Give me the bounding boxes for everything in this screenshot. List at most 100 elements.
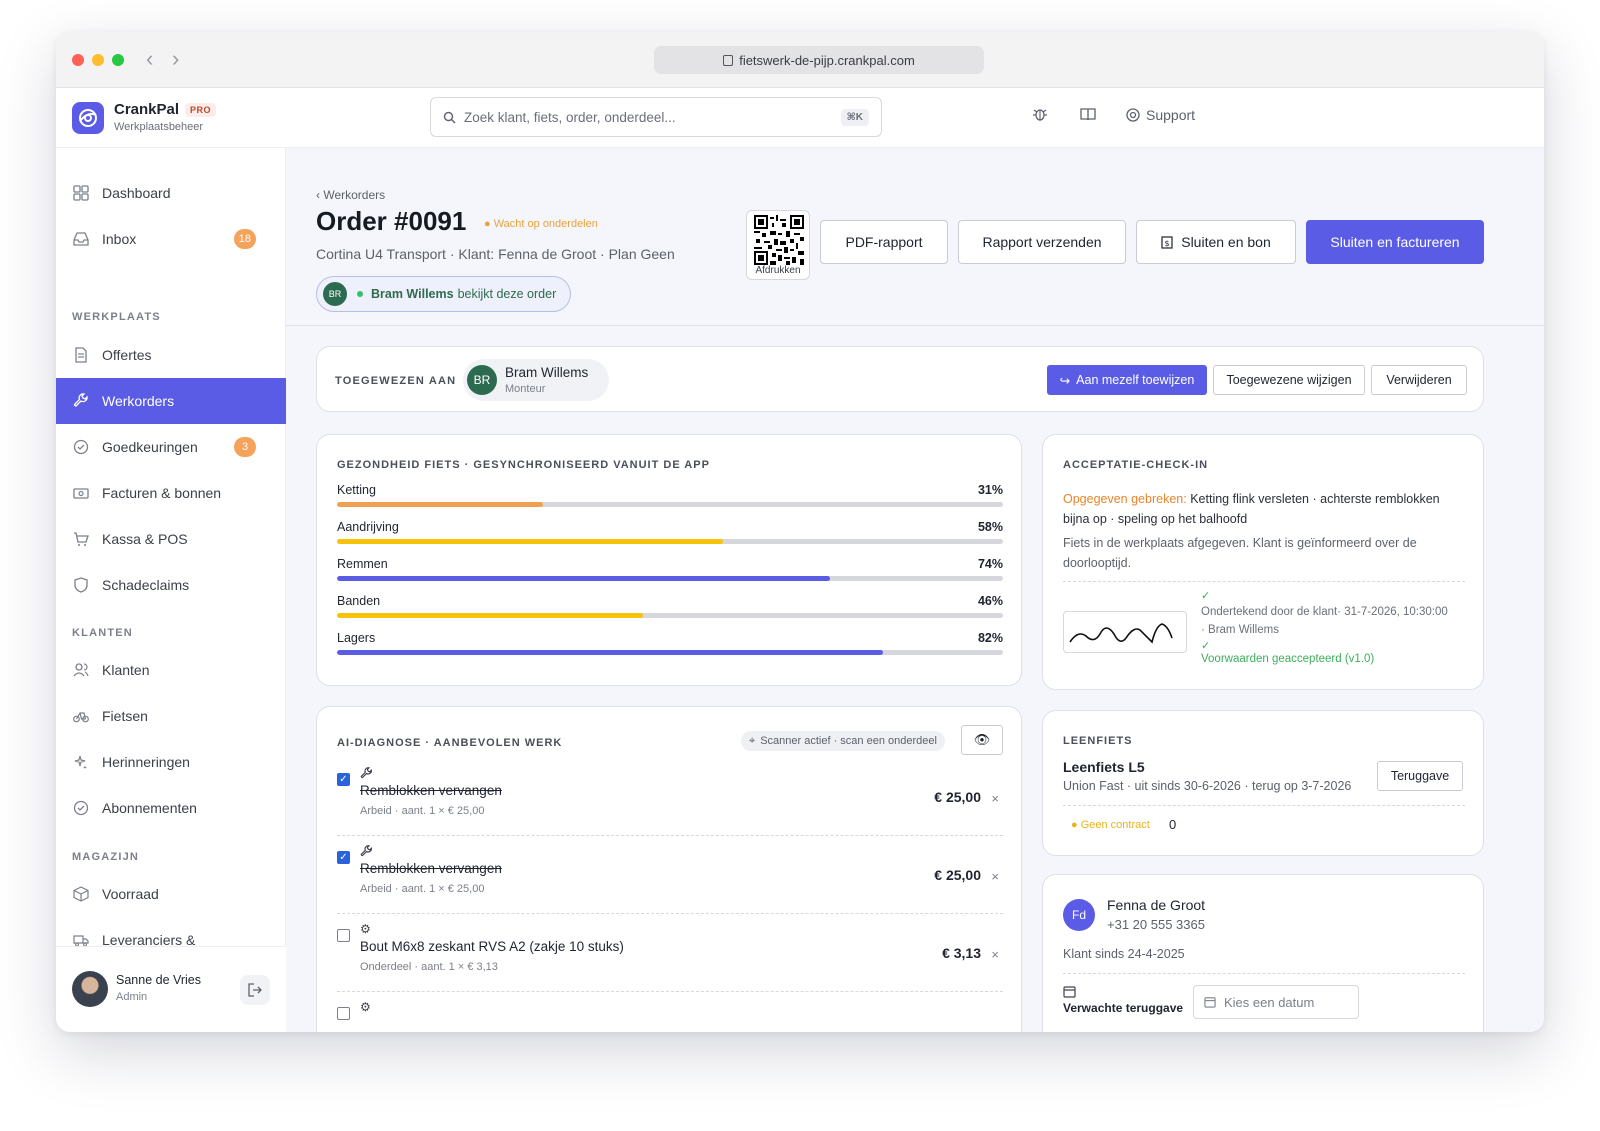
close-invoice-button[interactable]: Sluiten en factureren xyxy=(1306,220,1484,264)
ai-item: ⚙ Bout M6x8 zeskant RVS A2 (zakje 10 stu… xyxy=(337,921,1003,991)
scanner-text: Scanner actief · scan een onderdeel xyxy=(760,735,937,747)
sidebar-item-offertes[interactable]: Offertes xyxy=(56,332,286,378)
assignee-chip[interactable]: BR Bram Willems Monteur xyxy=(463,359,609,401)
eye-icon[interactable]: 👁 xyxy=(961,725,1003,755)
sidebar-item-fietsen[interactable]: Fietsen xyxy=(56,693,286,739)
health-bar-track xyxy=(337,539,1003,544)
section-klanten: KLANTEN xyxy=(72,627,133,639)
sidebar-item-goedkeuringen[interactable]: Goedkeuringen 3 xyxy=(56,424,286,470)
crankpal-logo[interactable] xyxy=(72,102,104,134)
assign-arrow-icon: ↪ xyxy=(1059,373,1071,388)
close-receipt-button[interactable]: $ Sluiten en bon xyxy=(1136,220,1296,264)
signed-by: · Bram Willems xyxy=(1201,624,1279,636)
sidebar-item-kassa[interactable]: Kassa & POS xyxy=(56,516,286,562)
assign-self-button[interactable]: ↪ Aan mezelf toewijzen xyxy=(1047,365,1207,395)
health-component-name: Aandrijving xyxy=(337,520,399,534)
sidebar-item-inbox[interactable]: Inbox 18 xyxy=(56,216,286,262)
logout-icon[interactable] xyxy=(240,975,270,1005)
loaner-title: LEENFIETS xyxy=(1063,735,1133,747)
users-icon xyxy=(72,661,90,679)
item-meta: Arbeid · aant. 1 × € 25,00 xyxy=(360,883,485,895)
scanner-status: ⌖ Scanner actief · scan een onderdeel xyxy=(741,731,945,751)
customer-name[interactable]: Fenna de Groot xyxy=(1107,897,1205,913)
support-link[interactable]: Support xyxy=(1126,107,1195,123)
presence-indicator: BR Bram Willems bekijkt deze order xyxy=(316,276,572,312)
book-icon[interactable] xyxy=(1080,106,1096,127)
sidebar-item-klanten[interactable]: Klanten xyxy=(56,647,286,693)
item-title: Remblokken vervangen xyxy=(360,861,502,876)
pdf-report-button[interactable]: PDF-rapport xyxy=(820,220,948,264)
document-icon xyxy=(72,346,90,364)
loaner-name: Leenfiets L5 xyxy=(1063,759,1145,775)
minimize-window-button[interactable] xyxy=(92,54,104,66)
contract-text: Geen contract xyxy=(1080,819,1150,831)
close-window-button[interactable] xyxy=(72,54,84,66)
remove-item-icon[interactable]: × xyxy=(991,869,999,884)
breadcrumb[interactable]: ‹ Werkorders xyxy=(316,188,385,202)
bug-icon[interactable] xyxy=(1032,106,1048,127)
ai-diagnosis-card: AI-DIAGNOSE · AANBEVOLEN WERK ⌖ Scanner … xyxy=(316,706,1022,1032)
back-arrow-icon[interactable]: ‹ xyxy=(146,46,153,72)
sidebar-item-facturen[interactable]: Facturen & bonnen xyxy=(56,470,286,516)
banknote-icon xyxy=(72,484,90,502)
customer-phone[interactable]: +31 20 555 3365 xyxy=(1107,917,1205,932)
date-picker-input[interactable]: Kies een datum xyxy=(1193,985,1359,1019)
user-avatar[interactable] xyxy=(72,971,108,1007)
terms-accepted: Voorwaarden geaccepteerd (v1.0) xyxy=(1201,653,1375,665)
divider xyxy=(337,835,1003,836)
forward-arrow-icon[interactable]: › xyxy=(172,46,179,72)
sidebar-item-label: Goedkeuringen xyxy=(102,439,198,455)
health-row: Remmen 74% xyxy=(337,557,1003,593)
sparkle-icon xyxy=(72,753,90,771)
health-row: Aandrijving 58% xyxy=(337,520,1003,556)
item-meta: Onderdeel · aant. 1 × € 3,13 xyxy=(360,961,498,973)
sidebar-item-abonnementen[interactable]: Abonnementen xyxy=(56,785,286,831)
return-loaner-button[interactable]: Teruggave xyxy=(1377,761,1463,791)
section-magazijn: MAGAZIJN xyxy=(72,851,140,863)
search-input[interactable]: Zoek klant, fiets, order, onderdeel... xyxy=(464,110,841,125)
divider xyxy=(1063,973,1465,974)
item-checkbox[interactable]: ✓ xyxy=(337,773,350,786)
item-meta: Arbeid · aant. 1 × € 25,00 xyxy=(360,805,485,817)
address-bar[interactable]: fietswerk-de-pijp.crankpal.com xyxy=(654,46,984,74)
sidebar-item-label: Klanten xyxy=(102,662,150,678)
sidebar-item-werkorders[interactable]: Werkorders xyxy=(56,378,286,424)
signature-image xyxy=(1063,611,1187,653)
browser-window: ‹ › fietswerk-de-pijp.crankpal.com Crank… xyxy=(56,32,1544,1032)
send-report-button[interactable]: Rapport verzenden xyxy=(958,220,1126,264)
qr-print-button[interactable]: Afdrukken xyxy=(746,210,810,280)
check-circle-icon xyxy=(72,799,90,817)
health-bar-fill xyxy=(337,502,544,507)
remove-item-icon[interactable]: × xyxy=(991,791,999,806)
sidebar-item-label: Schadeclaims xyxy=(102,577,190,593)
approvals-count-badge: 3 xyxy=(234,437,256,457)
assignee-avatar: BR xyxy=(467,365,497,395)
sidebar-item-voorraad[interactable]: Voorraad xyxy=(56,871,286,917)
grid-icon xyxy=(72,184,90,202)
item-checkbox[interactable] xyxy=(337,1007,350,1020)
assignee-role: Monteur xyxy=(505,383,546,395)
zoom-window-button[interactable] xyxy=(112,54,124,66)
lifebuoy-icon xyxy=(1126,108,1140,122)
support-label: Support xyxy=(1146,107,1196,123)
sidebar-item-dashboard[interactable]: Dashboard xyxy=(56,170,286,216)
brand-name: CrankPal PRO xyxy=(114,101,217,118)
item-checkbox[interactable]: ✓ xyxy=(337,851,350,864)
bike-health-card: GEZONDHEID FIETS · GESYNCHRONISEERD VANU… xyxy=(316,434,1022,686)
change-assignee-button[interactable]: Toegewezene wijzigen xyxy=(1213,365,1365,395)
page-title: Order #0091 xyxy=(316,206,467,236)
acceptance-note: Fiets in de werkplaats afgegeven. Klant … xyxy=(1063,536,1417,570)
wrench-icon xyxy=(360,845,373,861)
sidebar-item-schadeclaims[interactable]: Schadeclaims xyxy=(56,562,286,608)
remove-assignee-button[interactable]: Verwijderen xyxy=(1371,365,1467,395)
remove-item-icon[interactable]: × xyxy=(991,947,999,962)
defects-text: Opgegeven gebreken: Ketting flink versle… xyxy=(1063,489,1463,529)
sidebar-item-herinneringen[interactable]: Herinneringen xyxy=(56,739,286,785)
global-search[interactable]: Zoek klant, fiets, order, onderdeel... ⌘… xyxy=(430,97,882,137)
scanner-icon: ⌖ xyxy=(749,734,756,747)
signed-text: Ondertekend door de klant· 31-7-2026, 10… xyxy=(1201,606,1448,618)
date-placeholder: Kies een datum xyxy=(1224,994,1315,1010)
customer-since: Klant sinds 24-4-2025 xyxy=(1063,947,1185,961)
sidebar-item-label: Fietsen xyxy=(102,708,148,724)
item-checkbox[interactable] xyxy=(337,929,350,942)
